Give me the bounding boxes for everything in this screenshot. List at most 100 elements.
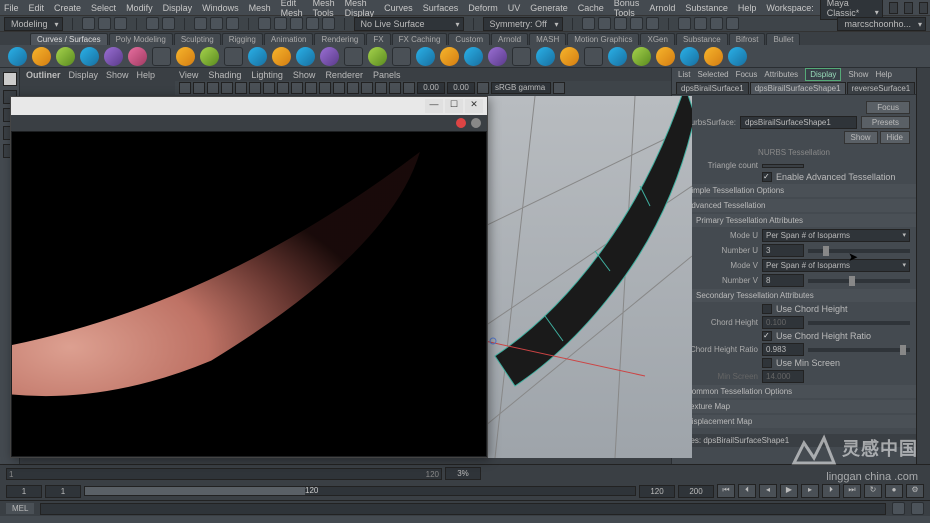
focus-button[interactable]: Focus [866,101,910,114]
sec-simple[interactable]: Simple Tessellation Options [672,184,916,197]
min-button[interactable] [889,2,898,14]
shelf-icon[interactable] [728,47,747,66]
playback-icon[interactable]: ▶ [780,484,798,498]
shelf-icon[interactable] [104,47,123,66]
outliner-show[interactable]: Show [106,70,129,80]
shelf-icon[interactable] [176,47,195,66]
shelf-tab-custom[interactable]: Custom [448,33,490,45]
select-tool-icon[interactable] [3,72,17,86]
shelf-tab-curves[interactable]: Curves / Surfaces [30,33,108,45]
sel-obj-icon[interactable] [210,17,223,30]
ratior-slider[interactable] [808,348,910,352]
presets-button[interactable]: Presets [861,116,910,129]
vp-icon[interactable] [221,82,233,94]
prefs-icon[interactable]: ⚙ [906,484,924,498]
shelf-icon[interactable] [416,47,435,66]
shelf-icon[interactable] [8,47,27,66]
vp-icon[interactable] [333,82,345,94]
ratio-checkbox[interactable] [762,331,772,341]
show-button[interactable]: Show [844,131,878,144]
shelf-tab-rigging[interactable]: Rigging [222,33,263,45]
chord-checkbox[interactable] [762,304,772,314]
loop-icon[interactable]: ↻ [864,484,882,498]
shelf-tab-poly[interactable]: Poly Modeling [109,33,173,45]
menu-help[interactable]: Help [738,3,757,13]
ratior-field[interactable]: 0.983 [762,343,804,356]
help-line-icon[interactable] [911,502,924,515]
shelf-icon[interactable] [56,47,75,66]
live-surface[interactable]: No Live Surface [354,17,464,31]
vp-icon[interactable] [305,82,317,94]
cg-icon[interactable] [582,17,595,30]
channel-box-strip[interactable] [916,68,930,464]
panel1-icon[interactable] [678,17,691,30]
range-end2[interactable]: 200 [678,485,714,498]
sec-dispmap[interactable]: Displacement Map [672,415,916,428]
vp-icon[interactable] [553,82,565,94]
menu-meshdisplay[interactable]: Mesh Display [345,0,375,18]
vp-show[interactable]: Show [293,70,316,80]
menu-edit[interactable]: Edit [29,3,45,13]
shelf-icon[interactable] [536,47,555,66]
nextkey-icon[interactable]: ▸ [801,484,819,498]
shelf-icon[interactable] [32,47,51,66]
hide-button[interactable]: Hide [880,131,910,144]
shelf-icon[interactable] [152,47,171,66]
vp-icon[interactable] [277,82,289,94]
menu-generate[interactable]: Generate [530,3,568,13]
shelf-tab-fx[interactable]: FX [366,33,390,45]
menu-substance[interactable]: Substance [685,3,728,13]
forward-icon[interactable]: ⏭ [843,484,861,498]
cmd-input[interactable] [40,503,886,515]
shelf-icon[interactable] [560,47,579,66]
shelf-icon[interactable] [224,47,243,66]
shelf-tab-xgen[interactable]: XGen [640,33,674,45]
outliner-help[interactable]: Help [137,70,156,80]
modeu-dropdown[interactable]: Per Span # of Isoparms [762,229,910,242]
shelf-icon[interactable] [392,47,411,66]
shelf-tab-arnold[interactable]: Arnold [491,33,528,45]
menu-cache[interactable]: Cache [578,3,604,13]
vp-icon[interactable] [291,82,303,94]
ipr-icon[interactable] [630,17,643,30]
outliner-display[interactable]: Display [69,70,99,80]
record-icon[interactable] [456,118,466,128]
vp-lighting[interactable]: Lighting [251,70,283,80]
shelf-icon[interactable] [584,47,603,66]
vp-icon[interactable] [347,82,359,94]
close-button[interactable] [919,2,928,14]
vp-icon[interactable] [477,82,489,94]
redo-icon[interactable] [162,17,175,30]
vp-panels[interactable]: Panels [373,70,401,80]
range-start[interactable]: 1 [6,485,42,498]
render-titlebar[interactable]: — ☐ ✕ [11,97,487,115]
panel2-icon[interactable] [694,17,707,30]
vp-icon[interactable] [193,82,205,94]
shelf-icon[interactable] [368,47,387,66]
menu-uv[interactable]: UV [508,3,521,13]
snap-plane-icon[interactable] [306,17,319,30]
shelf-icon[interactable] [200,47,219,66]
numv-field[interactable]: 8 [762,274,804,287]
menu-windows[interactable]: Windows [202,3,239,13]
snap-point-icon[interactable] [290,17,303,30]
vp-renderer[interactable]: Renderer [325,70,363,80]
snap-live-icon[interactable] [322,17,335,30]
menu-deform[interactable]: Deform [468,3,498,13]
vp-icon[interactable] [375,82,387,94]
range-start2[interactable]: 1 [45,485,81,498]
attr-help[interactable]: Help [875,70,891,79]
menu-editmesh[interactable]: Edit Mesh [281,0,303,18]
menu-arnold[interactable]: Arnold [649,3,675,13]
shelf-tab-sculpt[interactable]: Sculpting [174,33,221,45]
vp-icon[interactable] [179,82,191,94]
shelf-tab-anim[interactable]: Animation [264,33,314,45]
vp-icon[interactable] [249,82,261,94]
snap-curve-icon[interactable] [274,17,287,30]
file-save-icon[interactable] [114,17,127,30]
attr-attributes[interactable]: Attributes [764,70,798,79]
shelf-tab-render[interactable]: Rendering [314,33,365,45]
shelf-icon[interactable] [704,47,723,66]
type-field[interactable]: dpsBirailSurfaceShape1 [740,116,857,129]
mode-dropdown[interactable]: Modeling [4,17,63,31]
